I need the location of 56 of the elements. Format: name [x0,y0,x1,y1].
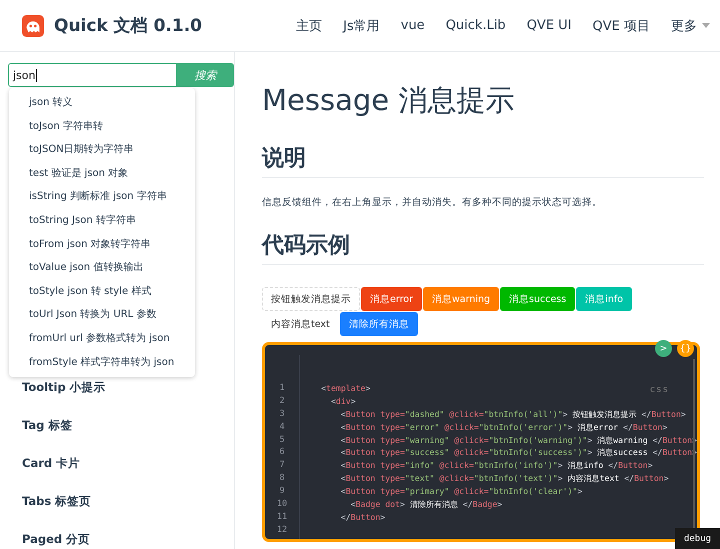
debug-badge[interactable]: debug [675,528,720,549]
line-number: 9 [278,485,286,498]
code-line: <div> [330,394,356,408]
section-heading: 说明 [262,144,704,178]
code-line: <Button type="info" @click="btnInfo('info')"> 消息info </Button> [340,459,653,472]
suggestion-item[interactable]: toValue json 值转换输出 [9,256,195,280]
line-number: 4 [278,420,286,434]
suggestion-item[interactable]: isString 判断标准 json 字符串 [9,185,195,209]
line-number: 8 [278,472,286,486]
description-text: 信息反馈组件，在右上角显示，并自动消失。有多种不同的提示状态可选择。 [262,196,603,209]
suggestion-item[interactable]: toJson 字符串转 [9,114,195,138]
section-heading: 代码示例 [262,231,704,265]
line-number: 3 [278,408,286,421]
nav-link[interactable]: QVE 项目 [592,16,650,34]
line-number: 6 [278,446,286,460]
logo-icon [22,14,44,36]
code-line: <Button type="primary" @click="btnInfo('clear')"> [340,485,582,498]
code-line: <template> [321,382,370,395]
suggestion-item[interactable]: toFrom json 对象转字符串 [9,232,195,256]
line-number: 7 [278,459,286,472]
nav-link[interactable]: Js常用 [343,16,380,34]
suggestion-item[interactable]: toJSON日期转为字符串 [9,138,195,162]
suggestion-item[interactable]: fromUrl url 参数格式转为 json [9,326,195,351]
line-number: 11 [276,510,288,524]
nav-link[interactable]: QVE UI [526,16,572,34]
site-title[interactable]: Quick 文档 0.1.0 [54,14,202,37]
nav-link[interactable]: vue [400,16,425,34]
sidebar-item[interactable]: Tag 标签 [22,406,234,444]
sidebar-item[interactable]: Card 卡片 [22,444,234,482]
sidebar-item[interactable]: Paged 分页 [22,520,234,549]
suggestion-item[interactable]: toStyle json 转 style 样式 [9,280,195,304]
demo-button[interactable]: 按钮触发消息提示 [262,287,360,311]
code-line: </Button> [340,510,386,524]
nav-link[interactable]: 更多 [671,16,710,34]
code-line: <Button type="dashed" @click="btnInfo('all')"> 按钮触发消息提示 </Button> [340,408,686,421]
suggestion-item[interactable]: toString Json 转字符串 [9,208,195,233]
language-label: css [650,385,669,395]
demo-button[interactable]: 消息error [361,287,422,311]
sidebar-item[interactable]: Tabs 标签页 [22,482,234,520]
page-title: Message 消息提示 [262,82,516,119]
nav-link[interactable]: 主页 [296,16,322,34]
search-field[interactable]: json [8,63,177,87]
line-number: 10 [276,498,288,511]
suggestion-item[interactable]: test 验证是 json 对象 [9,162,195,186]
suggestion-item[interactable]: toUrl Json 转换为 URL 参数 [9,303,195,327]
code-line: <Badge dot> 清除所有消息 </Badge> [350,498,502,511]
code-line: <Button type="text" @click="btnInfo('text')"> 内容消息text </Button> [340,472,669,486]
suggestion-item[interactable]: json 转义 [9,91,195,115]
nav-link[interactable]: Quick.Lib [446,16,506,34]
demo-button[interactable]: 清除所有消息 [340,312,418,336]
code-line: <Button type="error" @click="btnInfo('error')"> 消息error </Button> [340,420,668,434]
line-number: 12 [276,524,288,537]
line-number: 5 [278,434,286,446]
line-number: 2 [278,394,286,408]
line-number: 1 [278,382,286,395]
suggestion-item[interactable]: fromStyle 样式字符串转为 json [9,350,195,374]
